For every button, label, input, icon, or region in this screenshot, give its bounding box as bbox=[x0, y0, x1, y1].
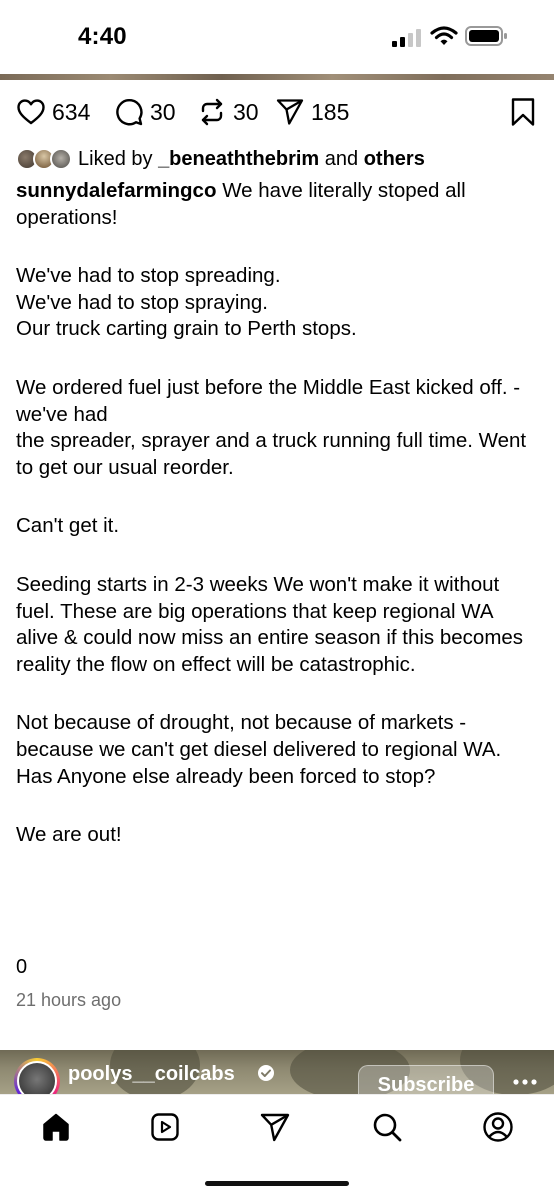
repost-icon bbox=[201, 98, 223, 126]
caption-line: We've had to stop spraying. bbox=[16, 290, 268, 314]
caption-line: We've had to stop spreading. bbox=[16, 264, 281, 288]
share-button[interactable]: 185 bbox=[275, 96, 349, 128]
home-indicator bbox=[205, 1181, 349, 1186]
signal-icon bbox=[392, 29, 421, 47]
caption-first-paragraph: sunnydalefarmingco We have literally sto… bbox=[16, 178, 538, 231]
bottom-navigation bbox=[0, 1094, 554, 1200]
reels-icon bbox=[151, 1113, 179, 1141]
next-post-header: poolys__coilcabs Subscribe bbox=[0, 1050, 554, 1094]
post-timestamp: 21 hours ago bbox=[16, 990, 122, 1010]
avatar[interactable] bbox=[17, 1061, 57, 1094]
bookmark-button[interactable] bbox=[508, 96, 538, 128]
like-count: 634 bbox=[52, 98, 91, 125]
caption-line: Not because of drought, not because of m… bbox=[16, 711, 502, 761]
nav-search[interactable] bbox=[371, 1111, 403, 1143]
nav-reels[interactable] bbox=[149, 1111, 181, 1143]
caption-line: We ordered fuel just before the Middle E… bbox=[16, 375, 521, 426]
comment-count: 30 bbox=[150, 98, 176, 125]
post-caption: sunnydalefarmingco We have literally sto… bbox=[16, 178, 538, 849]
comment-count-label[interactable]: 0 bbox=[16, 956, 27, 979]
bookmark-icon bbox=[511, 98, 535, 126]
wifi-icon bbox=[430, 26, 458, 45]
subscribe-button[interactable]: Subscribe bbox=[358, 1065, 494, 1094]
liked-by-user-link[interactable]: _beneaththebrim bbox=[158, 148, 319, 171]
profile-icon bbox=[483, 1112, 513, 1142]
caption-line: Has Anyone else already been forced to s… bbox=[16, 764, 436, 788]
liked-by-others-link[interactable]: others bbox=[364, 148, 425, 171]
liked-by-conjunction: and bbox=[319, 147, 364, 170]
avatar bbox=[50, 148, 72, 170]
caption-username[interactable]: sunnydalefarmingco bbox=[16, 179, 217, 202]
verified-icon bbox=[258, 1065, 274, 1081]
status-time: 4:40 bbox=[78, 23, 127, 50]
search-icon bbox=[373, 1113, 402, 1142]
share-icon bbox=[276, 99, 304, 125]
caption-line: We are out! bbox=[16, 823, 122, 847]
battery-icon bbox=[465, 26, 507, 46]
comment-button[interactable]: 30 bbox=[114, 96, 176, 128]
next-post-username[interactable]: poolys__coilcabs bbox=[68, 1063, 235, 1086]
liked-by-prefix: Liked by bbox=[78, 147, 159, 170]
caption-line: Seeding starts in 2-3 weeks We won't mak… bbox=[16, 572, 524, 676]
nav-profile[interactable] bbox=[482, 1111, 514, 1143]
home-icon bbox=[43, 1113, 69, 1141]
nav-home[interactable] bbox=[40, 1111, 72, 1143]
caption-line: the spreader, sprayer and a truck runnin… bbox=[16, 429, 527, 479]
share-count: 185 bbox=[311, 98, 350, 125]
like-button[interactable]: 634 bbox=[16, 96, 90, 128]
nav-messages[interactable] bbox=[259, 1111, 291, 1143]
post-image-edge bbox=[0, 74, 554, 80]
liked-by-avatars bbox=[16, 147, 76, 171]
repost-button[interactable]: 30 bbox=[197, 96, 259, 128]
send-icon bbox=[260, 1113, 290, 1142]
heart-icon bbox=[17, 99, 45, 125]
caption-line: Our truck carting grain to Perth stops. bbox=[16, 317, 357, 341]
liked-by-row[interactable]: Liked by _beneaththebrim and others bbox=[16, 146, 425, 172]
status-bar: 4:40 bbox=[0, 0, 554, 74]
more-icon[interactable] bbox=[512, 1078, 538, 1086]
post-actions-bar: 634 30 30 185 bbox=[0, 88, 554, 136]
caption-line: Can't get it. bbox=[16, 514, 120, 538]
comment-icon bbox=[116, 98, 143, 126]
repost-count: 30 bbox=[233, 98, 259, 125]
